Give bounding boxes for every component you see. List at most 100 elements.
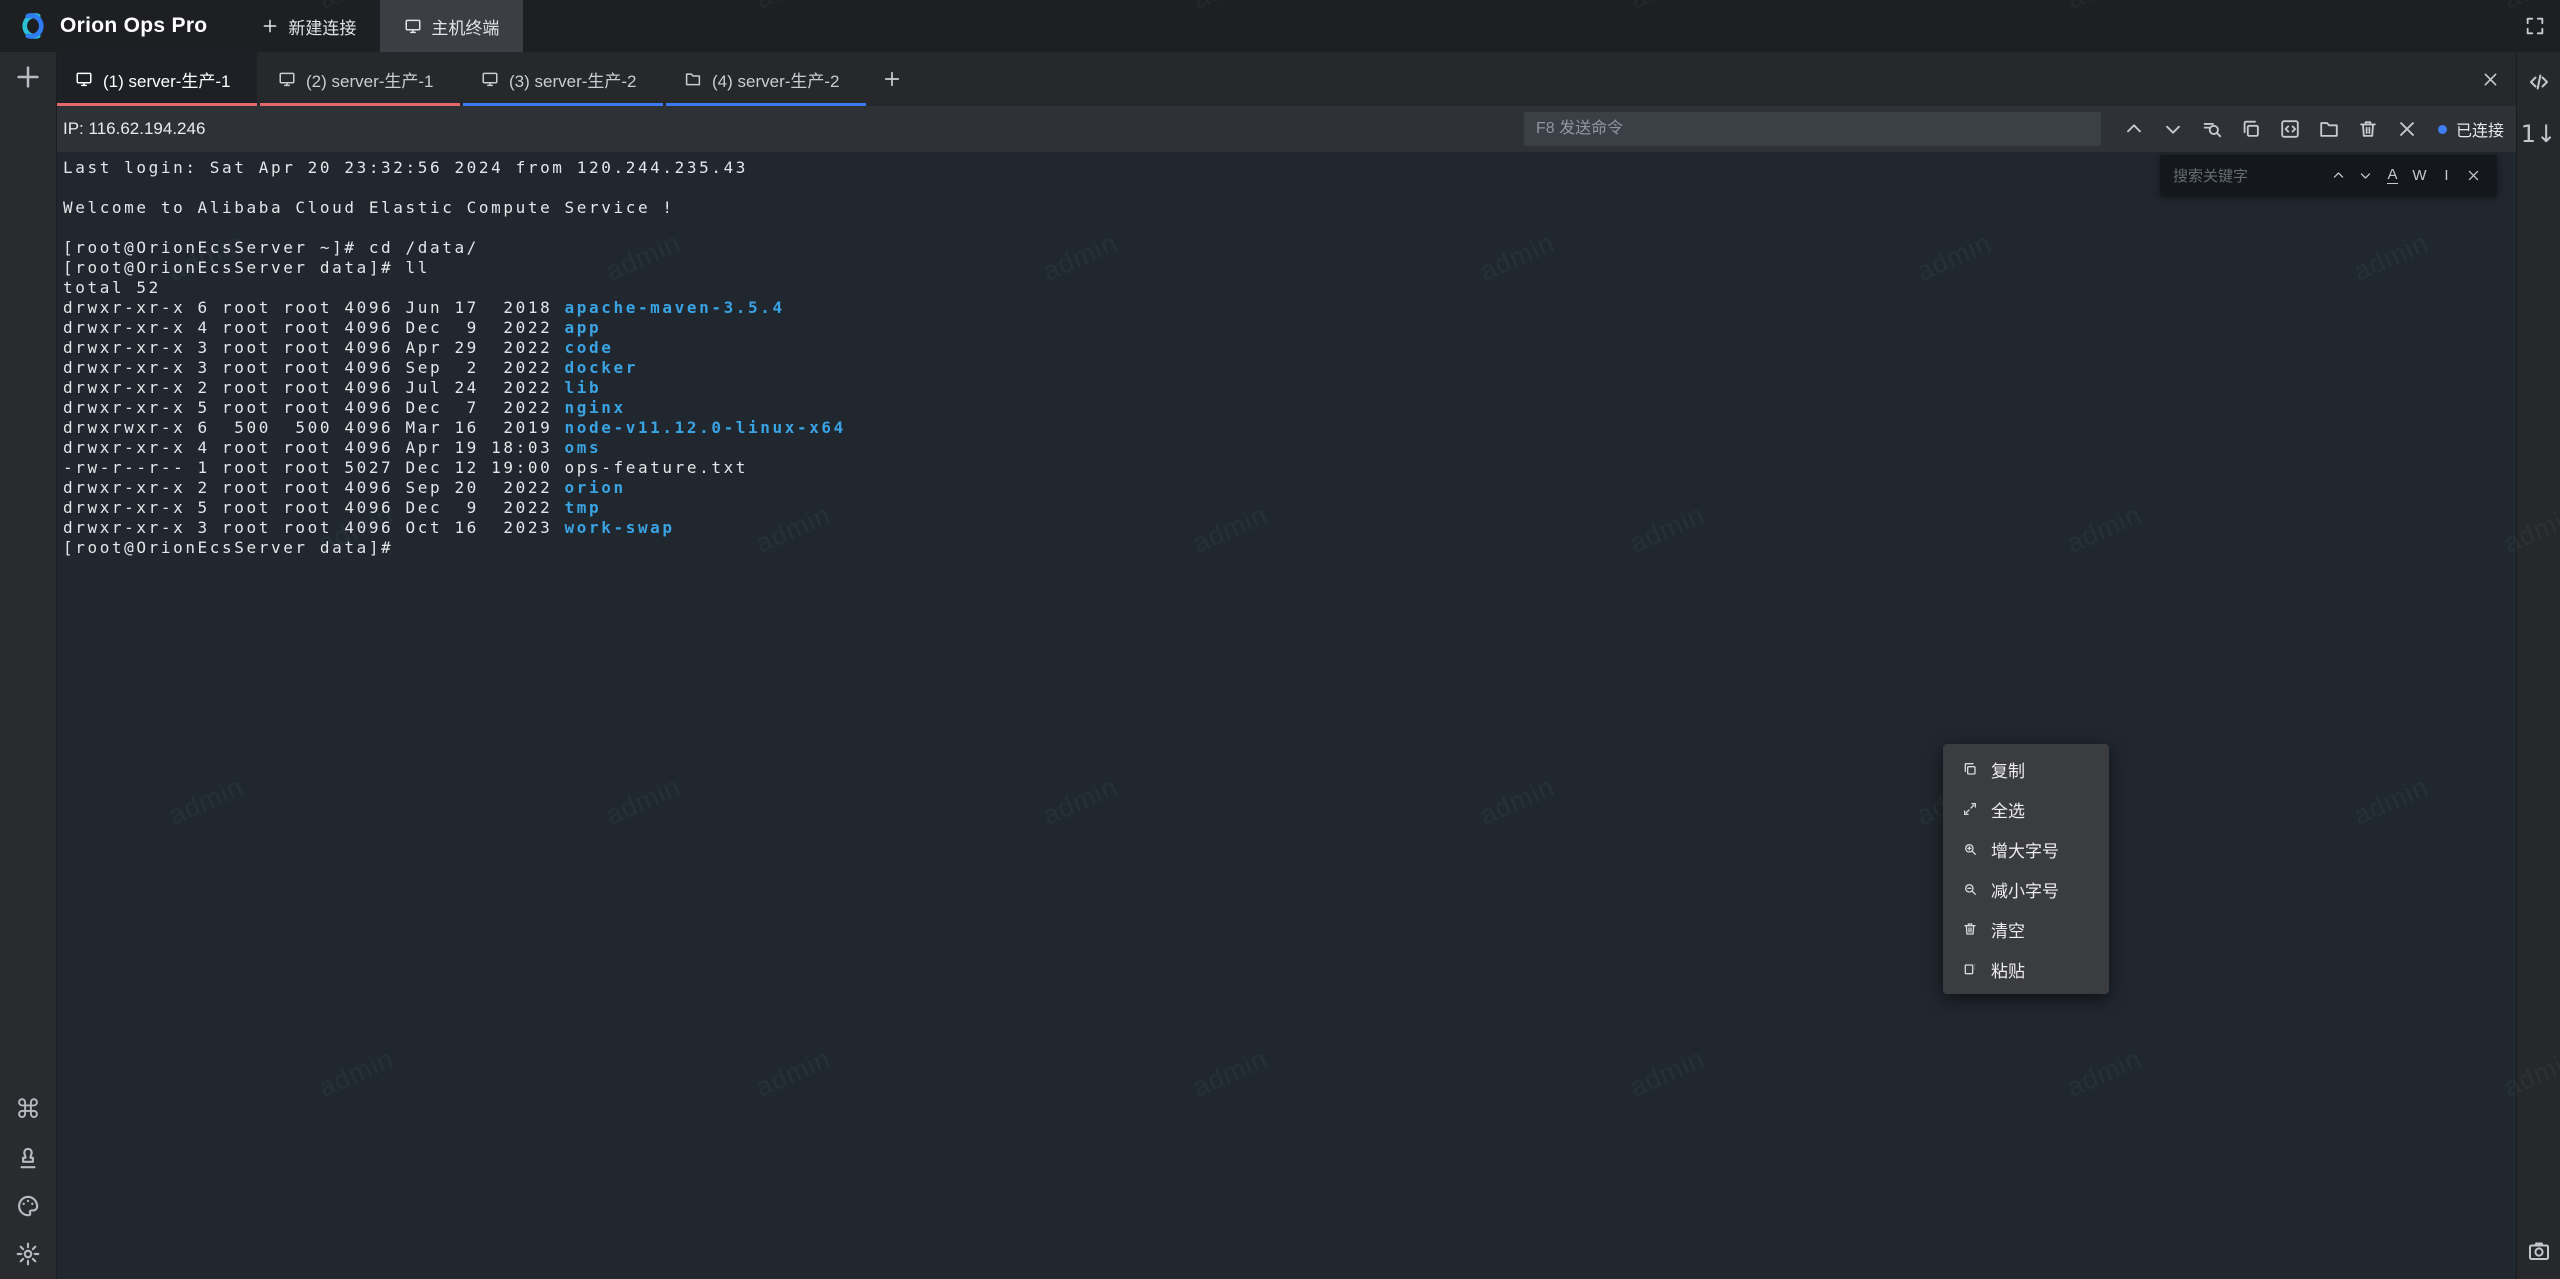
top-nav: Orion Ops Pro 新建连接 主机终端 bbox=[0, 0, 2560, 52]
menu-select-all[interactable]: 全选 bbox=[1943, 789, 2109, 829]
sort-icon: 1↓ bbox=[2521, 122, 2556, 146]
menu-item-label: 减小字号 bbox=[1991, 877, 2059, 902]
status-dot-icon bbox=[2438, 125, 2447, 134]
terminal-line: drwxr-xr-x 3 root root 4096 Oct 16 2023 … bbox=[63, 518, 2516, 538]
terminal-line: drwxr-xr-x 2 root root 4096 Sep 20 2022 … bbox=[63, 478, 2516, 498]
screenshot-button[interactable] bbox=[2527, 1239, 2551, 1263]
sftp-folder-button[interactable] bbox=[2318, 118, 2340, 140]
send-command-input[interactable] bbox=[1524, 112, 2101, 146]
search-close-button[interactable] bbox=[2460, 162, 2487, 189]
search-keyword-input[interactable]: 搜索关键字 bbox=[2173, 165, 2325, 186]
terminal-tab-bar: (1) server-生产-1 (2) server-生产-1 (3) server… bbox=[57, 52, 2516, 106]
terminal-line: drwxr-xr-x 5 root root 4096 Dec 7 2022 n… bbox=[63, 398, 2516, 418]
terminal-line: [root@OrionEcsServer data]# bbox=[63, 538, 2516, 558]
menu-item-label: 清空 bbox=[1991, 917, 2025, 942]
terminal-line: drwxr-xr-x 4 root root 4096 Dec 9 2022 a… bbox=[63, 318, 2516, 338]
directory-name: app bbox=[565, 318, 602, 337]
scroll-up-button[interactable] bbox=[2123, 118, 2145, 140]
menu-paste[interactable]: 粘贴 bbox=[1943, 949, 2109, 989]
terminal-text: drwxrwxr-x 6 500 500 4096 Mar 16 2019 bbox=[63, 418, 565, 437]
directory-name: code bbox=[565, 338, 614, 357]
command-snippet-button[interactable] bbox=[2279, 118, 2301, 140]
terminal-line: drwxr-xr-x 3 root root 4096 Sep 2 2022 d… bbox=[63, 358, 2516, 378]
match-case-toggle[interactable]: A bbox=[2379, 162, 2406, 189]
terminal-line: drwxr-xr-x 3 root root 4096 Apr 29 2022 … bbox=[63, 338, 2516, 358]
terminal-line bbox=[63, 178, 2516, 198]
directory-name: docker bbox=[565, 358, 638, 377]
terminal-text: drwxr-xr-x 2 root root 4096 Sep 20 2022 bbox=[63, 478, 565, 497]
menu-item-label: 增大字号 bbox=[1991, 837, 2059, 862]
nav-tab-label: 新建连接 bbox=[288, 14, 356, 39]
nav-tab-host-terminal[interactable]: 主机终端 bbox=[380, 0, 523, 52]
menu-clear[interactable]: 清空 bbox=[1943, 909, 2109, 949]
monitor-icon bbox=[278, 70, 296, 88]
whole-word-toggle[interactable]: W bbox=[2406, 162, 2433, 189]
terminal-text: drwxr-xr-x 3 root root 4096 Sep 2 2022 bbox=[63, 358, 565, 377]
tab-label: (2) server-生产-1 bbox=[306, 67, 434, 92]
shortcut-keys-button[interactable]: ⌘ bbox=[15, 1097, 41, 1123]
menu-item-label: 全选 bbox=[1991, 797, 2025, 822]
settings-button[interactable] bbox=[15, 1241, 41, 1267]
terminal-line: [root@OrionEcsServer ~]# cd /data/ bbox=[63, 238, 2516, 258]
trash-icon bbox=[1962, 921, 1978, 937]
terminal-tab-2[interactable]: (2) server-生产-1 bbox=[260, 52, 460, 106]
main-area: (1) server-生产-1 (2) server-生产-1 (3) server… bbox=[57, 52, 2516, 1279]
terminal-text: [root@OrionEcsServer data]# ll bbox=[63, 258, 430, 277]
toggle-glyph: W bbox=[2412, 167, 2426, 184]
terminal-line: drwxr-xr-x 5 root root 4096 Dec 9 2022 t… bbox=[63, 498, 2516, 518]
terminal-line: drwxrwxr-x 6 500 500 4096 Mar 16 2019 no… bbox=[63, 418, 2516, 438]
terminal-line bbox=[63, 218, 2516, 238]
fullscreen-button[interactable] bbox=[2524, 15, 2546, 37]
close-icon bbox=[2396, 118, 2418, 140]
scroll-down-button[interactable] bbox=[2162, 118, 2184, 140]
tab-label: (4) server-生产-2 bbox=[712, 67, 840, 92]
monitor-icon bbox=[481, 70, 499, 88]
add-tab-button[interactable] bbox=[869, 52, 915, 106]
directory-name: tmp bbox=[565, 498, 602, 517]
tab-underline bbox=[57, 103, 257, 106]
logo-icon bbox=[16, 9, 50, 43]
terminal-tab-1[interactable]: (1) server-生产-1 bbox=[57, 52, 257, 106]
menu-decrease-font[interactable]: 减小字号 bbox=[1943, 869, 2109, 909]
terminal-text: drwxr-xr-x 6 root root 4096 Jun 17 2018 bbox=[63, 298, 565, 317]
terminal-screen[interactable]: Last login: Sat Apr 20 23:32:56 2024 fro… bbox=[57, 152, 2516, 1279]
search-prev-button[interactable] bbox=[2325, 162, 2352, 189]
terminal-text: Welcome to Alibaba Cloud Elastic Compute… bbox=[63, 198, 675, 217]
terminal-text: drwxr-xr-x 4 root root 4096 Apr 19 18:03 bbox=[63, 438, 565, 457]
search-next-button[interactable] bbox=[2352, 162, 2379, 189]
directory-name: node-v11.12.0-linux-x64 bbox=[565, 418, 846, 437]
toggle-glyph: A bbox=[2387, 167, 2397, 184]
nav-tab-new-connection[interactable]: 新建连接 bbox=[237, 0, 380, 52]
close-icon bbox=[2481, 70, 2500, 89]
chevron-up-icon bbox=[2123, 118, 2145, 140]
copy-button[interactable] bbox=[2240, 118, 2262, 140]
disconnect-button[interactable] bbox=[2396, 118, 2418, 140]
code-panel-button[interactable] bbox=[2527, 70, 2551, 94]
close-icon bbox=[2466, 168, 2481, 183]
new-session-button[interactable] bbox=[13, 62, 43, 92]
zoom-out-icon bbox=[1962, 881, 1978, 897]
folder-icon bbox=[2318, 118, 2340, 140]
tab-label: (1) server-生产-1 bbox=[103, 67, 231, 92]
code-square-icon bbox=[2279, 118, 2301, 140]
chevron-down-icon bbox=[2162, 118, 2184, 140]
identity-button[interactable] bbox=[15, 1145, 41, 1171]
theme-button[interactable] bbox=[15, 1193, 41, 1219]
search-button[interactable] bbox=[2201, 118, 2223, 140]
connection-status: 已连接 bbox=[2438, 117, 2504, 141]
menu-increase-font[interactable]: 增大字号 bbox=[1943, 829, 2109, 869]
ip-label: IP: 116.62.194.246 bbox=[63, 119, 205, 139]
terminal-text: drwxr-xr-x 4 root root 4096 Dec 9 2022 bbox=[63, 318, 565, 337]
terminal-tab-3[interactable]: (3) server-生产-2 bbox=[463, 52, 663, 106]
directory-name: work-swap bbox=[565, 518, 675, 537]
clear-screen-button[interactable] bbox=[2357, 118, 2379, 140]
tab-underline bbox=[260, 103, 460, 106]
sort-button[interactable]: 1↓ bbox=[2521, 122, 2556, 146]
terminal-tab-4[interactable]: (4) server-生产-2 bbox=[666, 52, 866, 106]
menu-copy[interactable]: 复制 bbox=[1943, 749, 2109, 789]
fullscreen-icon bbox=[2524, 15, 2546, 37]
close-tabs-button[interactable] bbox=[2481, 52, 2500, 106]
plus-icon bbox=[882, 69, 902, 89]
regex-toggle[interactable]: I bbox=[2433, 162, 2460, 189]
command-icon: ⌘ bbox=[15, 1097, 41, 1123]
